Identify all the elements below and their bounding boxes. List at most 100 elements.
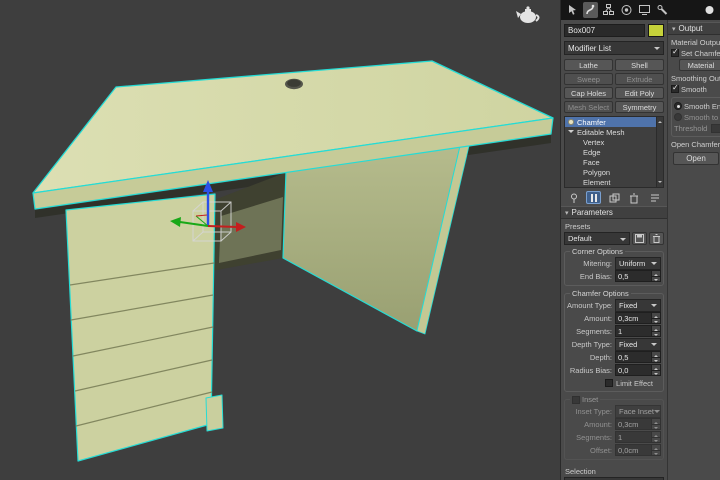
modifier-button-shell[interactable]: Shell <box>615 59 664 71</box>
tab-create-icon[interactable] <box>565 2 580 18</box>
modifier-button-symmetry[interactable]: Symmetry <box>615 101 664 113</box>
output-column: Output Material Output Set Chamfer M Mat… <box>667 20 720 480</box>
modifier-stack: Chamfer Editable Mesh Vertex Edge Face P… <box>564 116 664 188</box>
end-bias-spinner[interactable]: 0,5 <box>615 270 661 282</box>
mitering-dropdown[interactable]: Uniform <box>615 256 661 270</box>
segments-spinner[interactable]: 1 <box>615 325 661 337</box>
param-value: 0,3cm <box>618 313 639 323</box>
modify-panel: Box007 Modifier List Lathe Shell Sweep E… <box>561 20 667 480</box>
amount-type-dropdown[interactable]: Fixed <box>615 298 661 312</box>
tab-hierarchy-icon[interactable] <box>601 2 616 18</box>
param-value: 0,0 <box>618 365 629 375</box>
rollout-title: Parameters <box>571 208 613 217</box>
param-label: Inset Type: <box>575 406 612 416</box>
smooth-checkbox[interactable] <box>671 83 679 93</box>
stack-scrollbar[interactable] <box>656 117 663 187</box>
modifier-button-lathe[interactable]: Lathe <box>564 59 613 71</box>
param-label: Segments: <box>576 326 612 336</box>
param-label: Amount: <box>584 313 612 323</box>
set-chamfer-material-label: Set Chamfer M <box>681 48 720 58</box>
chamfer-options-group: Chamfer Options Amount Type: Fixed Amoun… <box>564 289 664 392</box>
depth-spinner[interactable]: 0,5 <box>615 351 661 363</box>
make-unique-icon[interactable] <box>607 191 622 204</box>
show-end-result-icon[interactable] <box>586 191 602 204</box>
stack-item-label: Element <box>583 177 611 187</box>
param-label: Mitering: <box>583 258 612 268</box>
stack-item-editable-mesh[interactable]: Editable Mesh <box>565 127 663 137</box>
panel-menu-icon[interactable] <box>702 2 717 18</box>
inset-checkbox[interactable] <box>572 395 580 404</box>
limit-effect-checkbox[interactable] <box>605 379 614 387</box>
open-chamfer-button[interactable]: Open <box>673 152 719 165</box>
stack-item-label: Edge <box>583 147 601 157</box>
group-title: Chamfer Options <box>570 289 631 298</box>
smooth-entire-label: Smooth Entire O <box>684 101 720 111</box>
preset-dropdown[interactable]: Default <box>564 232 630 245</box>
param-value: 0,3cm <box>618 419 639 429</box>
stack-item-label: Vertex <box>583 137 605 147</box>
object-name-input[interactable]: Box007 <box>564 24 645 37</box>
viewport-canvas[interactable] <box>0 0 560 480</box>
param-value: 0,5 <box>618 271 629 281</box>
tab-display-icon[interactable] <box>637 2 652 18</box>
remove-modifier-icon[interactable] <box>627 191 642 204</box>
stack-item-polygon[interactable]: Polygon <box>565 167 663 177</box>
param-label: End Bias: <box>579 271 612 281</box>
material-button[interactable]: Material <box>679 59 720 71</box>
desk-foot[interactable] <box>205 394 224 432</box>
modifier-button-grid: Lathe Shell Sweep Extrude Cap Holes Edit… <box>564 59 664 113</box>
set-chamfer-material-checkbox[interactable] <box>671 47 679 57</box>
expand-arrow-icon[interactable] <box>568 130 574 136</box>
pin-stack-icon[interactable] <box>566 191 581 204</box>
presets-label: Presets <box>565 222 591 231</box>
smooth-to-adjacent-radio <box>674 113 682 121</box>
lightbulb-icon[interactable] <box>568 119 574 125</box>
desk-grommet-inner <box>287 79 301 87</box>
rollout-title: Output <box>678 24 703 33</box>
configure-modifier-sets-icon[interactable] <box>647 191 662 204</box>
object-color-swatch[interactable] <box>648 24 664 37</box>
viewport[interactable] <box>0 0 560 480</box>
output-rollout-header[interactable]: Output <box>668 22 720 35</box>
stack-item-label: Face <box>583 157 600 167</box>
parameters-rollout-header[interactable]: Parameters <box>561 206 667 219</box>
param-value: 1 <box>618 326 623 336</box>
param-label: Amount: <box>584 419 612 429</box>
save-preset-icon[interactable] <box>632 232 647 245</box>
inset-segments-spinner: 1 <box>615 431 661 443</box>
stack-item-vertex[interactable]: Vertex <box>565 137 663 147</box>
stack-item-label: Editable Mesh <box>577 127 625 137</box>
modifier-button-extrude[interactable]: Extrude <box>615 73 664 85</box>
modifier-button-mesh-select[interactable]: Mesh Select <box>564 101 613 113</box>
smooth-entire-radio[interactable] <box>674 102 682 110</box>
smooth-to-adjacent-label: Smooth to Adj <box>684 112 720 122</box>
group-title: Corner Options <box>570 247 625 256</box>
modifier-button-sweep[interactable]: Sweep <box>564 73 613 85</box>
depth-type-dropdown[interactable]: Fixed <box>615 337 661 351</box>
inset-group: Inset Inset Type: Face Inset Amount: 0,3… <box>564 395 664 460</box>
stack-item-edge[interactable]: Edge <box>565 147 663 157</box>
app-window: Box007 Modifier List Lathe Shell Sweep E… <box>0 0 720 480</box>
stack-item-face[interactable]: Face <box>565 157 663 167</box>
stack-item-element[interactable]: Element <box>565 177 663 187</box>
param-label: Offset: <box>590 445 612 455</box>
teapot-icon[interactable] <box>514 4 542 26</box>
param-value: 0,5 <box>618 352 629 362</box>
delete-preset-icon[interactable] <box>649 232 664 245</box>
stack-item-chamfer[interactable]: Chamfer <box>565 117 663 127</box>
modifier-button-edit-poly[interactable]: Edit Poly <box>615 87 664 99</box>
tab-utilities-icon[interactable] <box>655 2 670 18</box>
corner-options-group: Corner Options Mitering: Uniform End Bia… <box>564 247 664 286</box>
param-label: Depth Type: <box>571 339 612 349</box>
tab-motion-icon[interactable] <box>619 2 634 18</box>
tab-modify-icon[interactable] <box>583 2 598 18</box>
amount-spinner[interactable]: 0,3cm <box>615 312 661 324</box>
param-label: Segments: <box>576 432 612 442</box>
param-value: 0,0cm <box>618 445 639 455</box>
presets-row: Default <box>564 232 664 245</box>
radius-bias-spinner[interactable]: 0,0 <box>615 364 661 376</box>
modifier-list-dropdown[interactable]: Modifier List <box>564 41 664 55</box>
modifier-button-cap-holes[interactable]: Cap Holes <box>564 87 613 99</box>
stack-toolbar <box>566 191 662 204</box>
command-panel-tabs <box>561 0 720 20</box>
